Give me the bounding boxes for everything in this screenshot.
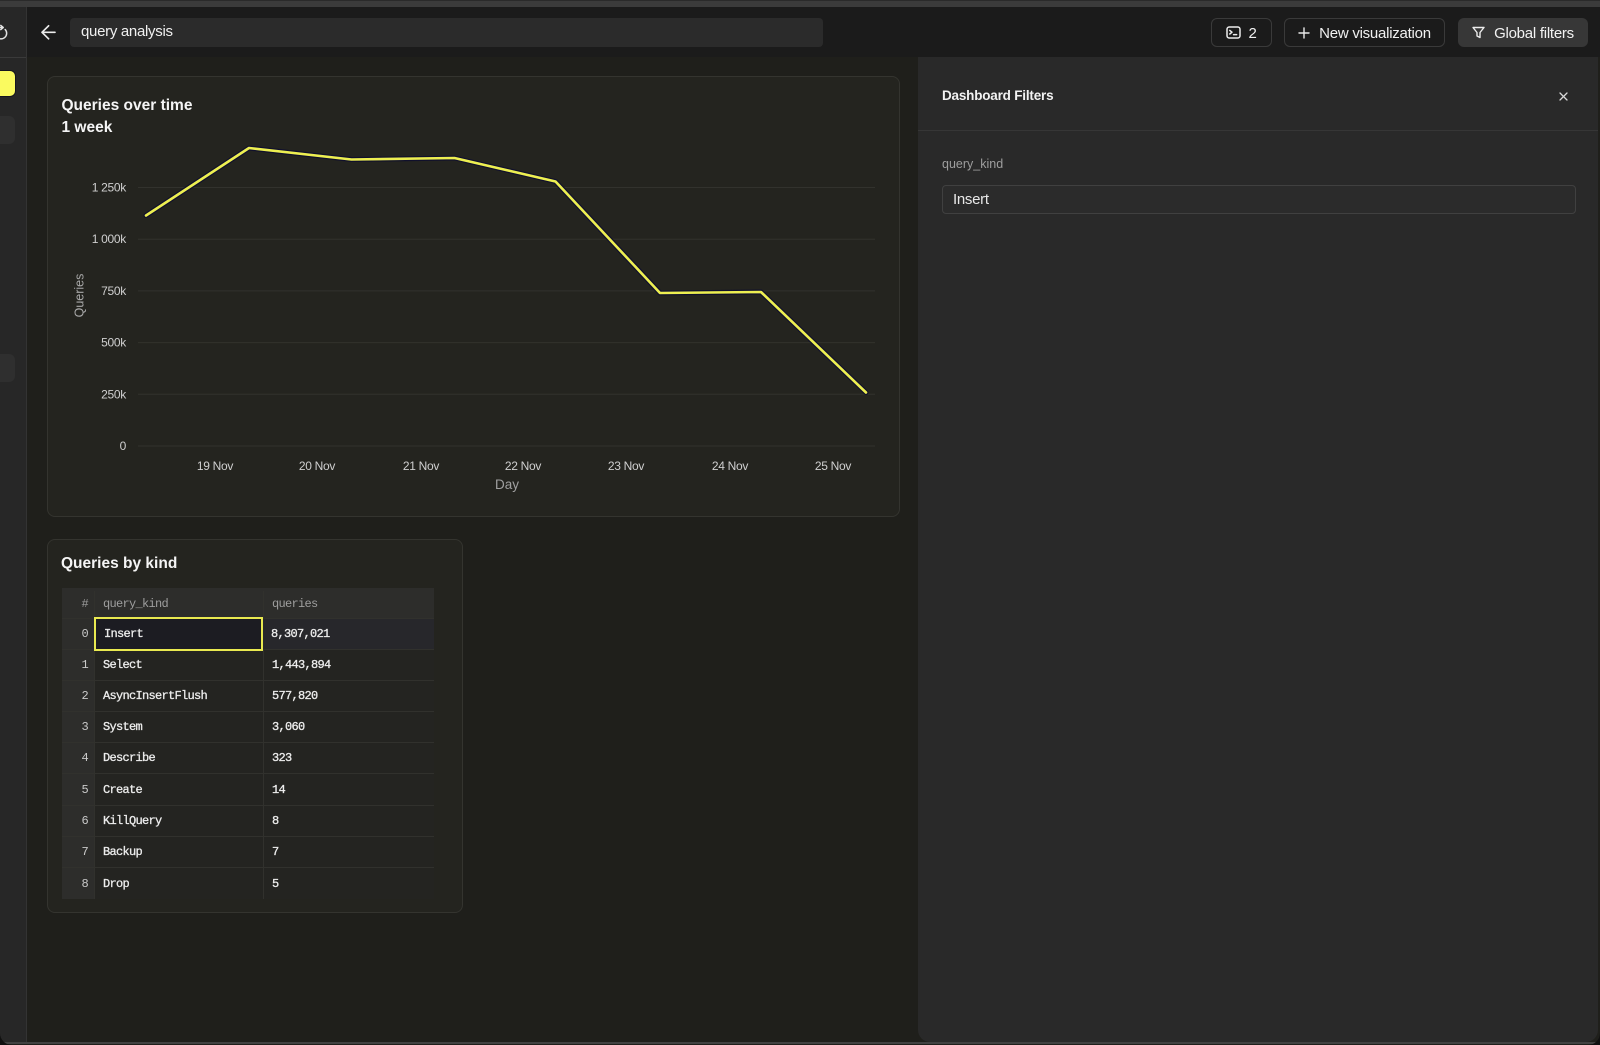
svg-text:20 Nov: 20 Nov	[299, 459, 336, 473]
svg-text:750k: 750k	[101, 284, 127, 298]
svg-text:1 250k: 1 250k	[92, 181, 128, 195]
svg-text:Day: Day	[495, 477, 519, 492]
svg-text:23 Nov: 23 Nov	[608, 459, 645, 473]
svg-text:500k: 500k	[101, 336, 127, 350]
svg-text:1 week: 1 week	[62, 119, 113, 136]
svg-text:Queries: Queries	[73, 274, 87, 318]
svg-text:Queries over time: Queries over time	[62, 97, 193, 114]
svg-text:19 Nov: 19 Nov	[197, 459, 234, 473]
svg-text:0: 0	[120, 439, 127, 453]
svg-text:22 Nov: 22 Nov	[505, 459, 542, 473]
svg-text:250k: 250k	[101, 387, 127, 401]
svg-text:1 000k: 1 000k	[92, 232, 128, 246]
svg-text:24 Nov: 24 Nov	[712, 459, 749, 473]
svg-text:25 Nov: 25 Nov	[815, 459, 852, 473]
svg-text:21 Nov: 21 Nov	[403, 459, 440, 473]
